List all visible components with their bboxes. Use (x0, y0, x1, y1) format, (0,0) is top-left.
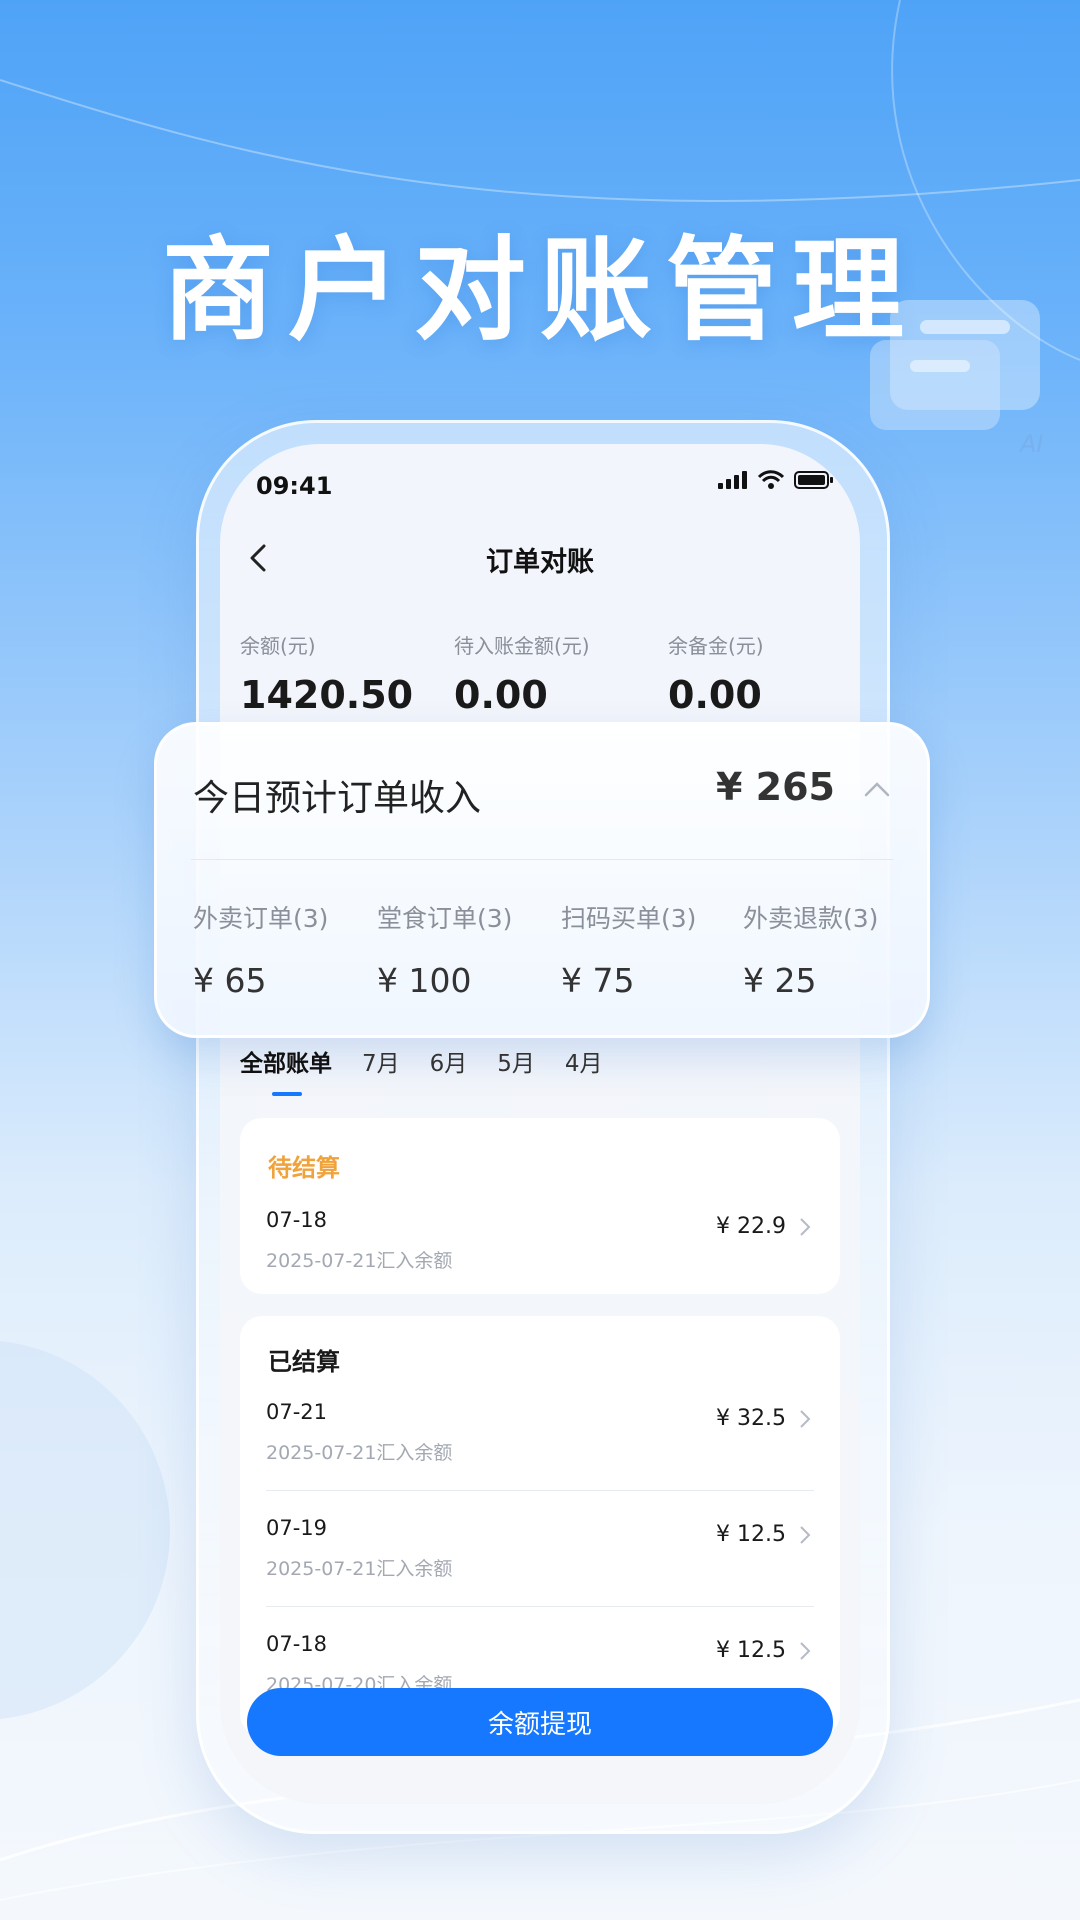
status-icons (718, 470, 834, 490)
ai-document-icon: AI (870, 300, 1044, 458)
tab-june[interactable]: 6月 (430, 1044, 468, 1078)
bill-amount: ¥ 12.5 (716, 1638, 786, 1663)
balance-available: 余额(元) 1420.50 (240, 630, 413, 717)
status-time: 09:41 (256, 472, 333, 500)
income-item-scanpay: 扫码买单(3) ¥ 75 (561, 899, 696, 1000)
withdraw-balance-button[interactable]: 余额提现 (247, 1688, 833, 1756)
divider (191, 859, 893, 860)
income-item-dinein: 堂食订单(3) ¥ 100 (377, 899, 512, 1000)
tab-all-bills[interactable]: 全部账单 (240, 1044, 332, 1096)
bill-note: 2025-07-21汇入余额 (266, 1250, 453, 1272)
reserve-label: 余备金(元) (668, 634, 764, 658)
bill-amount: ¥ 32.5 (716, 1406, 786, 1431)
bill-amount: ¥ 12.5 (716, 1522, 786, 1547)
bill-row[interactable]: 07-21 2025-07-21汇入余额 ¥ 32.5 (266, 1400, 814, 1500)
chevron-up-icon[interactable] (863, 779, 891, 799)
income-item-value: ¥ 25 (743, 961, 817, 1000)
income-item-refund: 外卖退款(3) ¥ 25 (743, 899, 878, 1000)
tab-may[interactable]: 5月 (497, 1044, 535, 1078)
bill-row[interactable]: 07-18 2025-07-21汇入余额 ¥ 22.9 (266, 1208, 814, 1308)
row-divider (266, 1490, 814, 1491)
month-tabs: 全部账单 7月 6月 5月 4月 (240, 1044, 603, 1096)
svg-text:AI: AI (1018, 430, 1044, 458)
income-item-label: 外卖退款(3) (743, 904, 879, 933)
page-title: 订单对账 (486, 547, 594, 578)
today-income-card[interactable]: 今日预计订单收入 ¥ 265 外卖订单(3) ¥ 65 堂食订单(3) ¥ 10… (154, 722, 930, 1038)
balance-value: 1420.50 (240, 673, 414, 717)
pending-value: 0.00 (454, 673, 548, 717)
income-total: ¥ 265 (716, 765, 835, 809)
bill-note: 2025-07-21汇入余额 (266, 1442, 453, 1464)
balance-pending: 待入账金额(元) 0.00 (454, 630, 590, 717)
income-title: 今日预计订单收入 (193, 778, 482, 819)
income-item-value: ¥ 75 (561, 961, 635, 1000)
income-item-value: ¥ 100 (377, 961, 472, 1000)
settled-heading: 已结算 (268, 1348, 340, 1376)
tab-july[interactable]: 7月 (362, 1044, 400, 1078)
wifi-icon (758, 470, 784, 489)
bill-amount: ¥ 22.9 (716, 1214, 786, 1239)
bill-date: 07-21 (266, 1400, 328, 1424)
income-item-value: ¥ 65 (193, 961, 267, 1000)
balance-label: 余额(元) (240, 634, 316, 658)
reserve-value: 0.00 (668, 673, 762, 717)
pending-label: 待入账金额(元) (454, 634, 590, 658)
chevron-right-icon (800, 1642, 811, 1660)
pending-heading: 待结算 (268, 1154, 340, 1182)
bill-date: 07-18 (266, 1208, 328, 1232)
pending-settlement-card: 待结算 07-18 2025-07-21汇入余额 ¥ 22.9 (240, 1118, 840, 1294)
income-item-label: 堂食订单(3) (377, 904, 513, 933)
bill-row[interactable]: 07-19 2025-07-21汇入余额 ¥ 12.5 (266, 1516, 814, 1616)
bill-date: 07-18 (266, 1632, 328, 1656)
income-item-label: 外卖订单(3) (193, 904, 329, 933)
bill-date: 07-19 (266, 1516, 328, 1540)
chevron-right-icon (800, 1218, 811, 1236)
tab-april[interactable]: 4月 (565, 1044, 603, 1078)
income-item-delivery: 外卖订单(3) ¥ 65 (193, 899, 328, 1000)
settled-card: 已结算 07-21 2025-07-21汇入余额 ¥ 32.5 07-19 20… (240, 1316, 840, 1736)
battery-icon (794, 471, 833, 489)
row-divider (266, 1606, 814, 1607)
chevron-right-icon (800, 1410, 811, 1428)
balance-reserve: 余备金(元) 0.00 (668, 630, 764, 717)
bill-note: 2025-07-21汇入余额 (266, 1558, 453, 1580)
signal-icon (718, 471, 747, 489)
income-item-label: 扫码买单(3) (561, 904, 697, 933)
chevron-right-icon (800, 1526, 811, 1544)
